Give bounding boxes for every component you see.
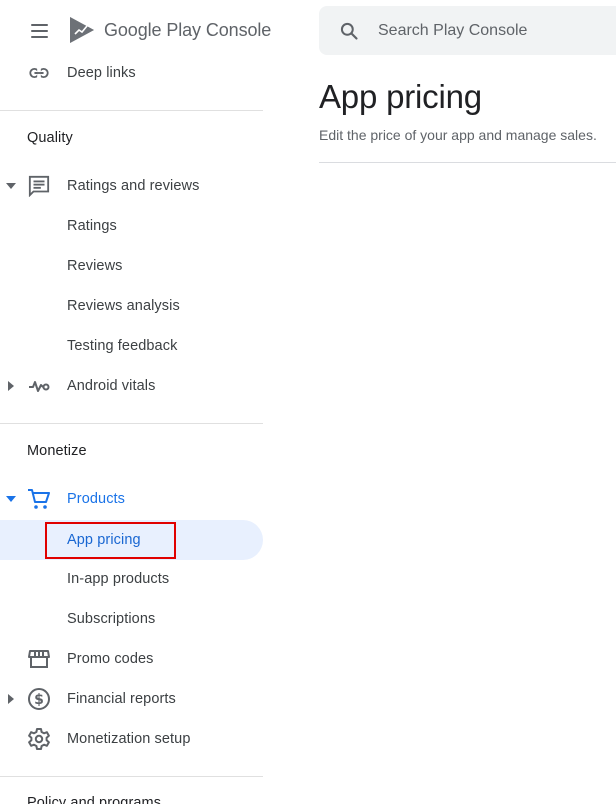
sidebar-item-ratings[interactable]: Ratings [0,206,263,246]
sidebar-item-android-vitals[interactable]: Android vitals [0,366,263,406]
page-title: App pricing [319,78,482,115]
search-icon [340,22,358,40]
vitals-icon [27,374,51,398]
sidebar-item-label: In-app products [67,571,170,587]
sidebar-item-label: Ratings [67,218,117,234]
sidebar-item-label: Testing feedback [67,338,178,354]
sidebar-item-label: Ratings and reviews [67,178,200,194]
sidebar-item-label: Promo codes [67,651,154,667]
sidebar-divider [0,423,263,424]
cart-icon [27,487,51,511]
caret-down-icon [6,181,16,191]
section-title-policy: Policy and programs [27,795,162,804]
section-title-quality: Quality [27,130,73,146]
sidebar-divider [0,110,263,111]
sidebar-item-label: Subscriptions [67,611,156,627]
sidebar-item-testing-feedback[interactable]: Testing feedback [0,326,263,366]
caret-down-icon [6,494,16,504]
sidebar-item-deep-links[interactable]: Deep links [0,53,263,93]
sidebar-divider [0,776,263,777]
sidebar-item-reviews[interactable]: Reviews [0,246,263,286]
link-icon [27,61,51,85]
search-bar[interactable] [319,6,616,55]
store-icon [27,647,51,671]
sidebar-item-label: Financial reports [67,691,176,707]
section-title-monetize: Monetize [27,443,87,459]
sidebar-item-label: Deep links [67,65,136,81]
sidebar-item-financial-reports[interactable]: $ Financial reports [0,679,263,719]
sidebar-item-subscriptions[interactable]: Subscriptions [0,599,263,639]
sidebar-item-label: Products [67,491,126,507]
reviews-icon [27,174,51,198]
sidebar-item-label: Reviews analysis [67,298,180,314]
sidebar-item-promo-codes[interactable]: Promo codes [0,639,263,679]
caret-right-icon [6,381,16,391]
dollar-icon: $ [27,687,51,711]
page-subtitle: Edit the price of your app and manage sa… [319,127,597,143]
caret-right-icon [6,694,16,704]
content-divider [319,162,616,163]
sidebar-item-products[interactable]: Products [0,479,263,519]
gear-icon [27,727,51,751]
sidebar-item-label: Monetization setup [67,731,191,747]
sidebar-item-monetization-setup[interactable]: Monetization setup [0,719,263,759]
sidebar-item-ratings-and-reviews[interactable]: Ratings and reviews [0,166,263,206]
sidebar-item-reviews-analysis[interactable]: Reviews analysis [0,286,263,326]
sidebar-item-label: Android vitals [67,378,156,394]
sidebar-item-in-app-products[interactable]: In-app products [0,559,263,599]
svg-text:$: $ [34,692,44,708]
sidebar-item-app-pricing[interactable]: App pricing [0,520,263,560]
sidebar-item-label: Reviews [67,258,123,274]
sidebar-item-label: App pricing [67,532,141,548]
sidebar-nav: Deep links Quality Ratings and reviews R… [0,0,263,804]
search-input[interactable] [378,21,608,40]
